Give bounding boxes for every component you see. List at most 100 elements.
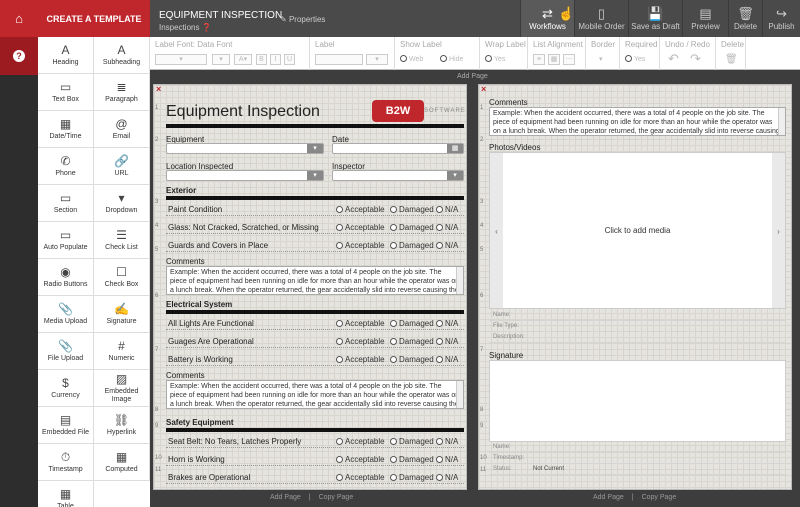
home-button[interactable]: ⌂ <box>0 0 38 37</box>
scrollbar[interactable] <box>456 381 463 408</box>
label-input[interactable] <box>315 54 363 65</box>
delete-page-icon[interactable]: × <box>481 84 486 94</box>
radio-option-damaged[interactable]: Damaged <box>390 319 434 328</box>
undo-icon[interactable]: ↶ <box>668 51 679 67</box>
radio-option-acceptable[interactable]: Acceptable <box>336 241 385 250</box>
tool-signature[interactable]: ✍ Signature <box>94 296 150 333</box>
inspector-dropdown[interactable]: ▾ <box>332 170 464 181</box>
comments-textarea[interactable]: Example: When the accident occurred, the… <box>489 107 786 136</box>
radio-option-damaged[interactable]: Damaged <box>390 437 434 446</box>
tool-embedded-image[interactable]: ▨ Embedded Image <box>94 370 150 407</box>
font-size-select[interactable]: ▾ <box>212 54 230 65</box>
tool-dropdown[interactable]: ▾ Dropdown <box>94 185 150 222</box>
publish-button[interactable]: ↪ Publish <box>762 0 800 37</box>
tool-check-list[interactable]: ☰ Check List <box>94 222 150 259</box>
section-heading[interactable]: Electrical System <box>166 300 232 309</box>
radio-option-acceptable[interactable]: Acceptable <box>336 337 385 346</box>
form-category[interactable]: Inspections ❓ <box>159 23 212 32</box>
tool-date-time[interactable]: ▦ Date/Time <box>38 111 94 148</box>
location-dropdown[interactable]: ▾ <box>166 170 324 181</box>
radio-option-na[interactable]: N/A <box>436 223 458 232</box>
comments-textarea[interactable]: Example: When the accident occurred, the… <box>166 380 464 409</box>
tool-url[interactable]: 🔗 URL <box>94 148 150 185</box>
radio-option-acceptable[interactable]: Acceptable <box>336 355 385 364</box>
tool-hyperlink[interactable]: ⛓ Hyperlink <box>94 407 150 444</box>
radio-option-na[interactable]: N/A <box>436 241 458 250</box>
tool-paragraph[interactable]: ≣ Paragraph <box>94 74 150 111</box>
required-toggle[interactable]: Yes <box>625 55 645 63</box>
radio-option-acceptable[interactable]: Acceptable <box>336 455 385 464</box>
tool-phone[interactable]: ✆ Phone <box>38 148 94 185</box>
add-page-link[interactable]: Add Page <box>270 494 301 501</box>
mobile-order-button[interactable]: ▯ Mobile Order <box>574 0 628 37</box>
equipment-dropdown[interactable]: ▾ <box>166 143 324 154</box>
radio-option-na[interactable]: N/A <box>436 337 458 346</box>
tool-embedded-file[interactable]: ▤ Embedded File <box>38 407 94 444</box>
radio-option-damaged[interactable]: Damaged <box>390 455 434 464</box>
trash-icon[interactable]: 🗑 <box>725 54 738 65</box>
radio-option-na[interactable]: N/A <box>436 473 458 482</box>
radio-option-damaged[interactable]: Damaged <box>390 241 434 250</box>
comments-textarea[interactable]: Example: When the accident occurred, the… <box>166 266 464 295</box>
redo-icon[interactable]: ↷ <box>690 51 701 67</box>
radio-option-na[interactable]: N/A <box>436 437 458 446</box>
chevron-right-icon[interactable]: › <box>772 153 785 308</box>
tool-numeric[interactable]: # Numeric <box>94 333 150 370</box>
bold-button[interactable]: B <box>256 54 267 65</box>
radio-option-na[interactable]: N/A <box>436 455 458 464</box>
add-page-top-link[interactable]: Add Page <box>457 73 488 80</box>
label-select[interactable]: ▾ <box>366 54 388 65</box>
copy-page-link[interactable]: Copy Page <box>319 494 354 501</box>
tool-check-box[interactable]: ☐ Check Box <box>94 259 150 296</box>
delete-button[interactable]: 🗑 Delete <box>728 0 762 37</box>
italic-button[interactable]: I <box>270 54 281 65</box>
radio-option-damaged[interactable]: Damaged <box>390 337 434 346</box>
tool-media-upload[interactable]: 📎 Media Upload <box>38 296 94 333</box>
tool-email[interactable]: @ Email <box>94 111 150 148</box>
font-select[interactable]: ▾ <box>155 54 207 65</box>
form-heading[interactable]: Equipment Inspection <box>166 103 320 121</box>
tool-table[interactable]: ▦ Table <box>38 481 94 507</box>
scrollbar[interactable] <box>456 267 463 294</box>
calendar-icon[interactable]: ▦ <box>447 144 463 153</box>
show-label-web-option[interactable]: Web <box>400 55 423 63</box>
tool-computed[interactable]: ▦ Computed <box>94 444 150 481</box>
add-page-link[interactable]: Add Page <box>593 494 624 501</box>
tool-heading[interactable]: A Heading <box>38 37 94 74</box>
preview-button[interactable]: ▤ Preview <box>682 0 728 37</box>
delete-page-icon[interactable]: × <box>156 84 161 94</box>
signature-pad[interactable] <box>489 360 786 442</box>
radio-option-acceptable[interactable]: Acceptable <box>336 205 385 214</box>
help-button[interactable]: ? <box>0 37 38 75</box>
tool-section[interactable]: ▭ Section <box>38 185 94 222</box>
radio-option-acceptable[interactable]: Acceptable <box>336 473 385 482</box>
radio-option-damaged[interactable]: Damaged <box>390 223 434 232</box>
radio-option-damaged[interactable]: Damaged <box>390 473 434 482</box>
radio-option-damaged[interactable]: Damaged <box>390 355 434 364</box>
color-picker[interactable]: A▾ <box>234 54 252 65</box>
underline-button[interactable]: U <box>284 54 295 65</box>
tool-text-box[interactable]: ▭ Text Box <box>38 74 94 111</box>
tool-currency[interactable]: $ Currency <box>38 370 94 407</box>
tool-timestamp[interactable]: ⏱ Timestamp <box>38 444 94 481</box>
radio-option-acceptable[interactable]: Acceptable <box>336 437 385 446</box>
wrap-label-toggle[interactable]: Yes <box>485 55 505 63</box>
section-heading[interactable]: Exterior <box>166 186 196 195</box>
tool-radio-buttons[interactable]: ◉ Radio Buttons <box>38 259 94 296</box>
border-dropdown[interactable]: ▾ <box>599 55 603 63</box>
radio-option-na[interactable]: N/A <box>436 319 458 328</box>
tool-auto-populate[interactable]: ▭ Auto Populate <box>38 222 94 259</box>
radio-option-acceptable[interactable]: Acceptable <box>336 319 385 328</box>
radio-option-na[interactable]: N/A <box>436 355 458 364</box>
media-upload-area[interactable]: ‹ Click to add media › <box>489 152 786 309</box>
radio-option-damaged[interactable]: Damaged <box>390 205 434 214</box>
show-label-hide-option[interactable]: Hide <box>440 55 463 63</box>
section-heading[interactable]: Safety Equipment <box>166 418 234 427</box>
copy-page-link[interactable]: Copy Page <box>642 494 677 501</box>
scrollbar[interactable] <box>778 108 785 135</box>
radio-option-acceptable[interactable]: Acceptable <box>336 223 385 232</box>
tool-subheading[interactable]: A Subheading <box>94 37 150 74</box>
radio-option-na[interactable]: N/A <box>436 205 458 214</box>
align-list-icon[interactable]: ≡ <box>533 54 545 65</box>
save-as-draft-button[interactable]: 💾 Save as Draft <box>628 0 682 37</box>
